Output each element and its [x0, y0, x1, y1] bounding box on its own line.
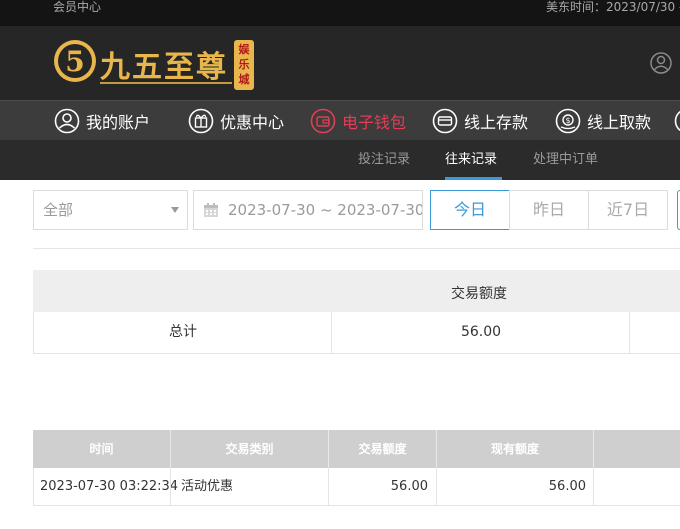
- svg-text:$: $: [565, 116, 570, 125]
- chevron-down-icon: [171, 207, 179, 213]
- summary-row: 总计 56.00: [33, 312, 680, 354]
- col-amount: 交易额度: [358, 442, 407, 456]
- sub-nav: 投注记录 往来记录 处理中订单: [0, 140, 680, 180]
- summary-header-label: 交易额度: [451, 286, 507, 302]
- svg-text:5: 5: [65, 45, 84, 78]
- nav-label: 我的账户: [86, 113, 151, 132]
- wallet-icon: [310, 108, 336, 134]
- table-row: 2023-07-30 03:22:34 活动优惠 56.00 56.00: [33, 468, 680, 506]
- records-table: 时间 交易类别 交易额度 现有额度 2023-07-30 03:22:34 活动…: [33, 430, 680, 506]
- nav-label: 线上存款: [464, 113, 529, 132]
- nav-label: 线上取款: [587, 113, 652, 132]
- col-balance: 现有额度: [490, 442, 539, 456]
- col-time: 时间: [89, 442, 114, 456]
- header: 5 九五至尊 娱乐城: [0, 26, 680, 100]
- nav-my-account[interactable]: 我的账户: [54, 101, 150, 141]
- tab-pending-orders[interactable]: 处理中订单: [533, 140, 598, 180]
- quick-yesterday-button[interactable]: 昨日: [509, 190, 589, 230]
- quick-today-button[interactable]: 今日: [430, 190, 510, 230]
- nav-online-withdraw[interactable]: $ 线上取款: [555, 101, 651, 141]
- summary-header: 交易额度: [33, 270, 680, 312]
- calendar-icon: [204, 203, 218, 217]
- logo-badge-text: 娱乐城: [238, 43, 250, 86]
- summary-table: 交易额度 总计 56.00: [33, 270, 680, 354]
- main-nav: 我的账户 优惠中心 电子钱包 线上存款 $ 线上取款: [0, 100, 680, 140]
- records-header: 时间 交易类别 交易额度 现有额度: [33, 430, 680, 468]
- col-type: 交易类别: [225, 442, 274, 456]
- summary-total-label: 总计: [169, 324, 197, 340]
- logo-badge: 娱乐城: [234, 40, 254, 90]
- date-range-value: 2023-07-30 ~ 2023-07-30: [228, 201, 423, 219]
- tab-transaction-records[interactable]: 往来记录: [445, 140, 497, 180]
- nav-e-wallet[interactable]: 电子钱包: [310, 101, 406, 141]
- quick-7days-button[interactable]: 近7日: [588, 190, 668, 230]
- nav-label: 电子钱包: [342, 113, 407, 132]
- nav-label: 优惠中心: [220, 113, 285, 132]
- more-nav-icon[interactable]: [674, 108, 680, 134]
- tab-bet-records[interactable]: 投注记录: [358, 140, 410, 180]
- cell-divider: [170, 468, 171, 506]
- logo-underline: [100, 82, 232, 84]
- row-time: 2023-07-30 03:22:34: [40, 479, 179, 494]
- top-bar: 会员中心 美东时间：2023/07/30 -: [0, 0, 680, 26]
- row-amount: 56.00: [390, 479, 428, 494]
- member-center-label: 会员中心: [53, 0, 102, 14]
- cell-divider: [593, 430, 594, 468]
- row-balance: 56.00: [548, 479, 586, 494]
- cell-divider: [629, 312, 630, 353]
- active-tab-underline: [445, 177, 502, 180]
- cell-divider: [593, 468, 594, 506]
- date-range-input[interactable]: 2023-07-30 ~ 2023-07-30: [193, 190, 423, 230]
- eastern-time-label: 美东时间：2023/07/30 -: [546, 0, 680, 14]
- type-select-value: 全部: [43, 201, 74, 219]
- gift-icon: [188, 108, 214, 134]
- logo-emblem-icon: 5: [54, 40, 96, 82]
- row-type: 活动优惠: [181, 479, 234, 494]
- user-avatar-icon[interactable]: [650, 52, 672, 74]
- nav-online-deposit[interactable]: 线上存款: [432, 101, 528, 141]
- transaction-type-select[interactable]: 全部: [33, 190, 188, 230]
- logo-name: 九五至尊: [100, 50, 228, 85]
- nav-promotions[interactable]: 优惠中心: [188, 101, 284, 141]
- user-circle-icon: [54, 108, 80, 134]
- summary-total-value: 56.00: [460, 324, 502, 340]
- divider: [33, 248, 680, 249]
- deposit-icon: [432, 108, 458, 134]
- withdraw-icon: $: [555, 108, 581, 134]
